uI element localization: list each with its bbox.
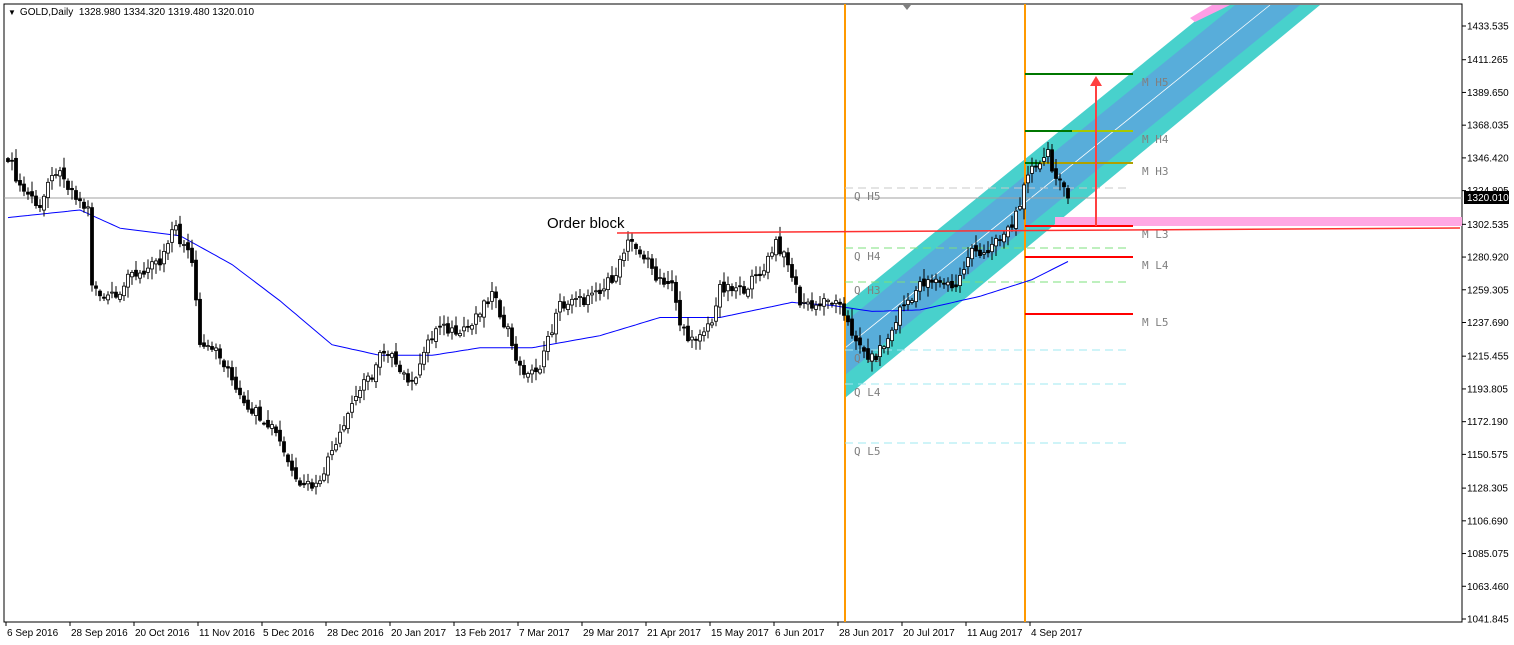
q-level-label: Q H4 xyxy=(854,250,881,263)
last-price-value: 1320.010 xyxy=(1467,193,1509,204)
time-tick-label: 28 Sep 2016 xyxy=(71,628,128,639)
time-tick-label: 13 Feb 2017 xyxy=(455,628,512,639)
m-level-label: M L5 xyxy=(1142,316,1169,329)
price-tick-label: 1411.265 xyxy=(1467,55,1508,66)
candle xyxy=(798,285,802,308)
q-level-label: Q L5 xyxy=(854,445,881,458)
price-tick-label: 1389.650 xyxy=(1467,88,1509,99)
price-tick-label: 1302.535 xyxy=(1467,220,1509,231)
m-level-label: M L4 xyxy=(1142,259,1169,272)
symbol-label: GOLD,Daily xyxy=(19,7,74,18)
time-tick-label: 20 Jul 2017 xyxy=(903,628,955,639)
time-tick-label: 11 Nov 2016 xyxy=(199,628,255,639)
time-tick-label: 6 Sep 2016 xyxy=(7,628,59,639)
plot-area xyxy=(3,3,1463,623)
price-tick-label: 1280.920 xyxy=(1467,253,1509,264)
price-tick-label: 1433.535 xyxy=(1467,22,1509,33)
time-tick-label: 5 Dec 2016 xyxy=(263,628,315,639)
price-tick-label: 1150.575 xyxy=(1467,450,1508,461)
price-tick-label: 1215.455 xyxy=(1467,352,1509,363)
price-tick-label: 1237.690 xyxy=(1467,318,1509,329)
dropdown-triangle-icon[interactable]: ▼ xyxy=(8,8,16,17)
price-tick-label: 1128.305 xyxy=(1467,484,1508,495)
q-level-label: Q L4 xyxy=(854,386,881,399)
time-tick-label: 7 Mar 2017 xyxy=(519,628,570,639)
candle xyxy=(90,202,94,292)
time-tick-label: 4 Sep 2017 xyxy=(1031,628,1083,639)
m-level-label: M H3 xyxy=(1142,165,1169,178)
price-tick-label: 1106.690 xyxy=(1467,516,1508,527)
time-tick-label: 6 Jun 2017 xyxy=(775,628,825,639)
time-tick-label: 28 Jun 2017 xyxy=(839,628,894,639)
price-tick-label: 1085.075 xyxy=(1467,549,1509,560)
q-level-label: Q H5 xyxy=(854,190,881,203)
price-tick-label: 1172.190 xyxy=(1467,417,1508,428)
price-tick-label: 1193.805 xyxy=(1467,384,1508,395)
time-tick-label: 15 May 2017 xyxy=(711,628,769,639)
chart-window[interactable]: Q H5Q H4Q H3Q L3Q L4Q L5 M H5M H4M H3M L… xyxy=(0,0,1514,645)
time-tick-label: 28 Dec 2016 xyxy=(327,628,384,639)
time-tick-label: 29 Mar 2017 xyxy=(583,628,640,639)
candle xyxy=(498,298,502,320)
chart-title: ▼ GOLD,Daily 1328.980 1334.320 1319.480 1… xyxy=(8,7,254,18)
q-level-label: Q H3 xyxy=(854,284,881,297)
m-level-label: M H4 xyxy=(1142,133,1169,146)
time-tick-label: 20 Oct 2016 xyxy=(135,628,190,639)
price-tick-label: 1041.845 xyxy=(1467,615,1509,626)
price-tick-label: 1259.305 xyxy=(1467,285,1509,296)
time-tick-label: 21 Apr 2017 xyxy=(647,628,701,639)
price-tick-label: 1063.460 xyxy=(1467,582,1509,593)
candle xyxy=(198,292,202,348)
time-tick-label: 11 Aug 2017 xyxy=(967,628,1023,639)
price-tick-label: 1346.420 xyxy=(1467,153,1509,164)
price-axis[interactable]: 1433.535 1411.265 1389.650 1368.035 1346.420… xyxy=(1462,22,1509,626)
m-level-label: M H5 xyxy=(1142,76,1169,89)
time-tick-label: 20 Jan 2017 xyxy=(391,628,446,639)
order-block-label: Order block xyxy=(547,215,625,232)
price-chart[interactable]: Q H5Q H4Q H3Q L3Q L4Q L5 M H5M H4M H3M L… xyxy=(0,0,1514,645)
ohlc-values: 1328.980 1334.320 1319.480 1320.010 xyxy=(78,7,255,18)
price-tick-label: 1368.035 xyxy=(1467,121,1509,132)
order-block-zone xyxy=(1055,217,1462,226)
time-axis[interactable]: 6 Sep 2016 28 Sep 2016 20 Oct 2016 11 Nov 2… xyxy=(5,622,1083,639)
